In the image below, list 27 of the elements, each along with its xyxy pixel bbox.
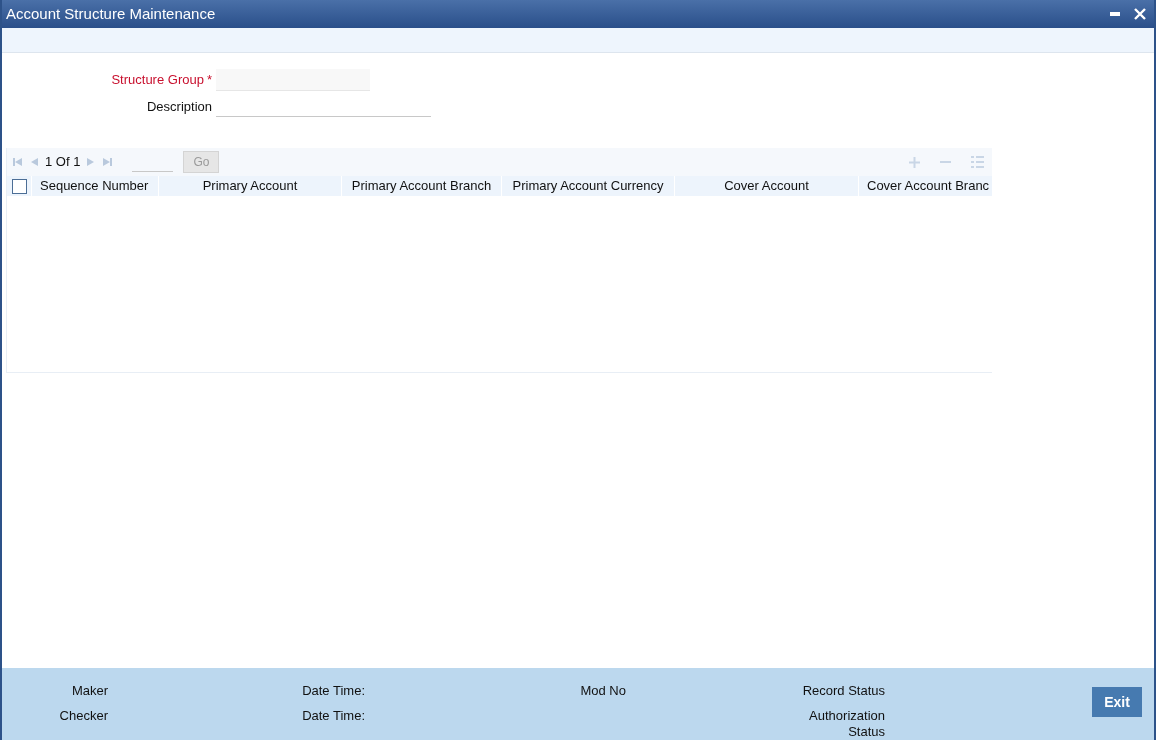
footer-label: Checker bbox=[58, 707, 108, 724]
field-label: Description bbox=[146, 98, 212, 117]
footer-label: Date Time: bbox=[302, 682, 365, 700]
footer-label: Authorization Status bbox=[808, 707, 885, 740]
first-page-icon[interactable] bbox=[13, 157, 23, 167]
list-icon[interactable] bbox=[971, 156, 984, 168]
close-icon[interactable] bbox=[1134, 8, 1146, 20]
footer-label: Date Time: bbox=[301, 707, 365, 724]
exit-button[interactable]: Exit bbox=[1092, 687, 1142, 717]
column-header: Primary Account Currency bbox=[501, 176, 674, 196]
column-header: Cover Account bbox=[674, 176, 858, 196]
footer-label: Record Status bbox=[802, 682, 885, 700]
column-header: Primary Account bbox=[158, 176, 341, 196]
page-counter: 1 Of 1 bbox=[45, 153, 81, 172]
last-page-icon[interactable] bbox=[102, 157, 113, 167]
field-label: Structure Group bbox=[111, 71, 204, 90]
window-title: Account Structure Maintenance bbox=[6, 3, 216, 24]
select-all-checkbox[interactable] bbox=[11, 178, 27, 194]
footer-label: Mod No bbox=[580, 682, 626, 700]
previous-page-icon[interactable] bbox=[29, 157, 39, 167]
minimize-icon[interactable] bbox=[1110, 12, 1120, 16]
column-header: Cover Account Branc bbox=[858, 176, 992, 196]
column-header: Sequence Number bbox=[31, 176, 158, 196]
required-mark: * bbox=[206, 71, 212, 90]
footer-label: Maker bbox=[71, 682, 108, 700]
input-field[interactable] bbox=[216, 69, 370, 91]
column-header: Primary Account Branch bbox=[341, 176, 501, 196]
